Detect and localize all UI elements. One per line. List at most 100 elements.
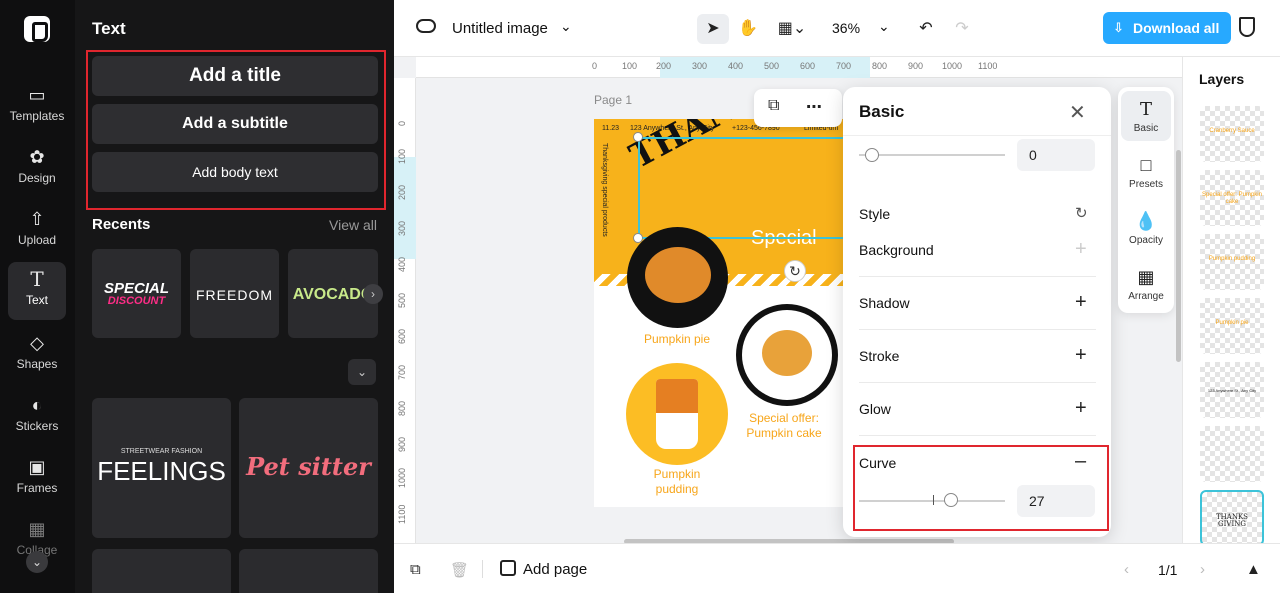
design-page[interactable]: 11.23 123 Anywhere St., Any City +123-45… <box>594 119 844 507</box>
add-subtitle-button[interactable]: Add a subtitle <box>92 104 378 144</box>
zoom-level[interactable]: 36% <box>832 20 860 36</box>
more-options-icon[interactable]: ⋯ <box>806 97 822 117</box>
tab-arrange[interactable]: ▦ Arrange <box>1121 259 1171 309</box>
caption-line: Pumpkin cake <box>746 426 822 440</box>
template-tile[interactable] <box>239 549 378 593</box>
vertical-caption[interactable]: Thanksgiving special products <box>601 143 608 237</box>
rail-item-collage[interactable]: ▦ Collage <box>8 512 66 557</box>
add-body-text-button[interactable]: Add body text <box>92 152 378 192</box>
title-chevron-down-icon[interactable]: ⌄ <box>560 18 572 35</box>
template-tile[interactable] <box>92 549 231 593</box>
shadow-label[interactable]: Shadow <box>859 295 910 311</box>
selection-box[interactable] <box>638 137 844 239</box>
hand-pan-icon[interactable]: ✋ <box>732 14 764 44</box>
layout-resize-icon[interactable]: ▦⌄ <box>772 14 812 44</box>
tab-label: Arrange <box>1128 291 1164 302</box>
close-icon[interactable]: ✕ <box>1069 100 1086 125</box>
rail-item-shapes[interactable]: ◇ Shapes <box>8 326 66 384</box>
next-page-icon[interactable]: › <box>1200 561 1205 578</box>
vertical-scrollbar[interactable] <box>1176 150 1181 362</box>
stroke-add-icon[interactable]: + <box>1075 344 1087 367</box>
background-label[interactable]: Background <box>859 242 934 258</box>
rail-item-stickers[interactable]: ◐ Stickers <box>8 388 66 446</box>
item-caption-pumpkin-pie[interactable]: Pumpkin pie <box>622 332 732 347</box>
ruler-tick: 700 <box>397 364 407 380</box>
tab-opacity[interactable]: 💧 Opacity <box>1121 203 1171 253</box>
duplicate-page-icon[interactable]: ⧉ <box>410 561 421 578</box>
curve-slider-track[interactable] <box>859 500 1005 502</box>
rail-item-templates[interactable]: ▭ Templates <box>8 78 66 136</box>
add-page-button[interactable]: Add page <box>523 561 587 578</box>
tab-label: Presets <box>1129 179 1163 190</box>
ruler-tick: 500 <box>397 292 407 308</box>
divider <box>859 435 1096 436</box>
zoom-chevron-down-icon[interactable]: ⌄ <box>878 18 890 35</box>
curve-value-field[interactable]: 27 <box>1017 485 1095 517</box>
duplicate-icon[interactable]: ⧉ <box>768 97 779 115</box>
layer-thumbnail[interactable]: 123 Anywhere St., Any City <box>1200 362 1264 418</box>
add-title-button[interactable]: Add a title <box>92 56 378 96</box>
glow-label[interactable]: Glow <box>859 401 891 417</box>
expand-chevron-down-icon[interactable]: ⌄ <box>348 359 376 385</box>
select-pointer-icon[interactable]: ➤ <box>697 14 729 44</box>
layers-title: Layers <box>1199 71 1245 87</box>
rail-item-design[interactable]: ✿ Design <box>8 140 66 198</box>
document-title[interactable]: Untitled image <box>452 20 548 37</box>
pumpkin-cake-image[interactable] <box>736 304 838 406</box>
curve-slider-knob[interactable] <box>943 493 958 507</box>
delete-page-icon[interactable]: 🗑 <box>450 561 469 579</box>
recent-tile-special-discount[interactable]: SPECIAL DISCOUNT <box>92 249 181 338</box>
add-page-icon[interactable] <box>500 560 516 576</box>
tab-basic[interactable]: T Basic <box>1121 91 1171 141</box>
top-slider-knob[interactable] <box>865 148 880 162</box>
tab-presets[interactable]: □ Presets <box>1121 147 1171 197</box>
layer-thumbnail[interactable]: Special offer: Pumpkin cake <box>1200 170 1264 226</box>
item-caption-pumpkin-pudding[interactable]: Pumpkin pudding <box>626 467 728 497</box>
top-slider-track[interactable] <box>859 154 1005 156</box>
header-date[interactable]: 11.23 <box>602 125 619 132</box>
recents-scroll-right-icon[interactable]: › <box>363 284 383 304</box>
stroke-label[interactable]: Stroke <box>859 348 899 364</box>
layer-thumbnail[interactable]: Pumpkin pudding <box>1200 234 1264 290</box>
item-caption-pumpkin-cake[interactable]: Special offer: Pumpkin cake <box>734 411 834 441</box>
curve-label[interactable]: Curve <box>859 455 896 471</box>
top-value-field[interactable]: 0 <box>1017 139 1095 171</box>
recent-tile-freedom[interactable]: FREEDOM <box>190 249 279 338</box>
view-all-link[interactable]: View all <box>329 217 377 233</box>
expand-panel-icon[interactable]: ▲ <box>1246 561 1261 578</box>
app-logo-icon[interactable] <box>24 16 50 42</box>
rail-item-upload[interactable]: ⇧ Upload <box>8 202 66 260</box>
cloud-sync-icon[interactable] <box>416 19 436 33</box>
previous-page-icon[interactable]: ‹ <box>1124 561 1129 578</box>
rail-item-text[interactable]: T Text <box>8 262 66 320</box>
shield-check-icon[interactable] <box>1239 17 1255 37</box>
layer-thumbnail-selected[interactable]: THANKS GIVING <box>1200 490 1264 546</box>
rotate-handle-icon[interactable]: ↻ <box>784 260 806 282</box>
pudding-layer <box>656 379 698 413</box>
rail-collapse-chevron-icon[interactable]: ⌄ <box>26 551 48 573</box>
properties-side-tabs: T Basic □ Presets 💧 Opacity ▦ Arrange <box>1118 87 1174 313</box>
layer-thumbnail[interactable] <box>1200 426 1264 482</box>
rail-item-frames[interactable]: ▣ Frames <box>8 450 66 508</box>
redo-icon[interactable]: ↷ <box>946 14 978 44</box>
resize-handle[interactable] <box>633 132 643 142</box>
download-all-button[interactable]: ⇩ Download all <box>1103 12 1231 44</box>
background-add-icon[interactable]: + <box>1075 238 1087 261</box>
pumpkin-pudding-image[interactable] <box>626 363 728 465</box>
template-text-pet-sitter: Pet sitter <box>246 452 371 481</box>
template-tile-pet-sitter[interactable]: Pet sitter <box>239 398 378 538</box>
glow-add-icon[interactable]: + <box>1075 397 1087 420</box>
pumpkin-pie-image[interactable] <box>627 227 728 328</box>
ruler-tick: 300 <box>397 220 407 236</box>
template-tile-feelings[interactable]: STREETWEAR FASHION FEELINGS <box>92 398 231 538</box>
ruler-tick: 0 <box>592 61 598 71</box>
curve-collapse-minus-icon[interactable]: – <box>1075 450 1086 473</box>
divider <box>859 276 1096 277</box>
layer-thumbnail[interactable]: Pumpkin pie <box>1200 298 1264 354</box>
reset-icon[interactable]: ↻ <box>1075 204 1088 222</box>
ruler-tick: 900 <box>908 61 924 71</box>
shadow-add-icon[interactable]: + <box>1075 291 1087 314</box>
layer-thumbnail[interactable]: Cranberry Sauce <box>1200 106 1264 162</box>
rail-item-label: Templates <box>9 109 65 123</box>
undo-icon[interactable]: ↶ <box>910 14 942 44</box>
